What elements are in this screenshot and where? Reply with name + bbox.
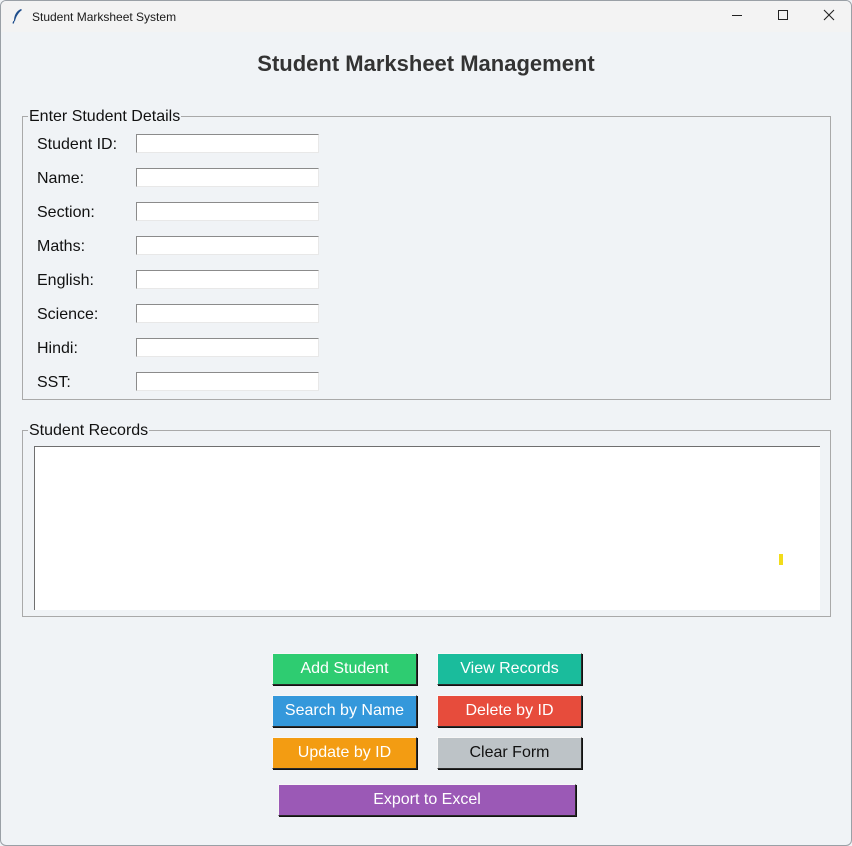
- minimize-button[interactable]: [714, 1, 760, 32]
- feather-icon: [11, 8, 25, 24]
- name-field[interactable]: [136, 168, 319, 187]
- sst-label: SST:: [37, 374, 71, 391]
- section-label: Section:: [37, 204, 95, 221]
- search-by-name-button[interactable]: Search by Name: [272, 695, 417, 727]
- view-records-button[interactable]: View Records: [437, 653, 582, 685]
- records-text-area[interactable]: [34, 446, 820, 610]
- student-id-field[interactable]: [136, 134, 319, 153]
- hindi-label: Hindi:: [37, 340, 78, 357]
- window-title: Student Marksheet System: [32, 10, 177, 24]
- export-to-excel-button[interactable]: Export to Excel: [278, 784, 576, 816]
- delete-by-id-button[interactable]: Delete by ID: [437, 695, 582, 727]
- minimize-icon: [731, 8, 743, 26]
- science-field[interactable]: [136, 304, 319, 323]
- hindi-field[interactable]: [136, 338, 319, 357]
- maths-label: Maths:: [37, 238, 86, 255]
- student-records-group-label: Student Records: [28, 422, 150, 439]
- student-id-label: Student ID:: [37, 136, 118, 153]
- english-label: English:: [37, 272, 94, 289]
- text-cursor-icon: [779, 554, 783, 565]
- add-student-button[interactable]: Add Student: [272, 653, 417, 685]
- student-details-group: Enter Student Details: [22, 108, 831, 400]
- section-field[interactable]: [136, 202, 319, 221]
- app-window: Student Marksheet System Student Markshe…: [0, 0, 852, 846]
- maths-field[interactable]: [136, 236, 319, 255]
- update-by-id-button[interactable]: Update by ID: [272, 737, 417, 769]
- name-label: Name:: [37, 170, 85, 187]
- close-icon: [823, 8, 835, 26]
- science-label: Science:: [37, 306, 99, 323]
- title-bar[interactable]: Student Marksheet System: [1, 1, 851, 32]
- maximize-icon: [777, 8, 789, 26]
- student-details-group-label: Enter Student Details: [28, 108, 182, 125]
- maximize-button[interactable]: [760, 1, 806, 32]
- page-title: Student Marksheet Management: [257, 51, 595, 76]
- english-field[interactable]: [136, 270, 319, 289]
- sst-field[interactable]: [136, 372, 319, 391]
- clear-form-button[interactable]: Clear Form: [437, 737, 582, 769]
- close-button[interactable]: [806, 1, 851, 32]
